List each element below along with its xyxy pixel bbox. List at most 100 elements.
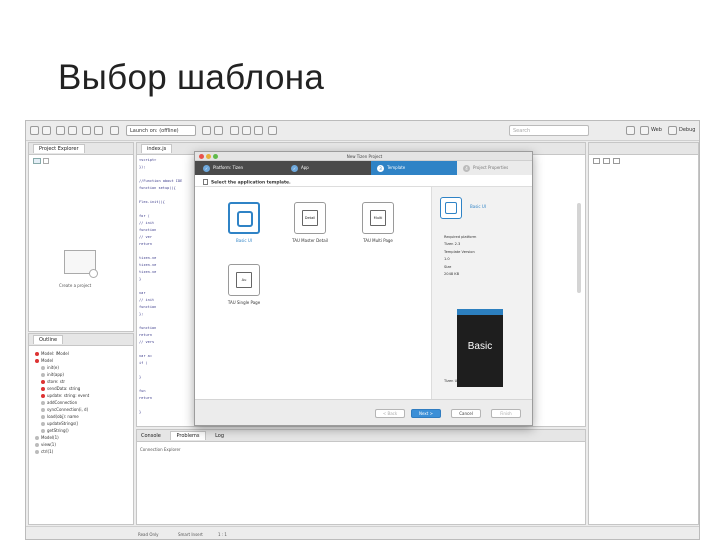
outline-item[interactable]: init(e) (31, 364, 131, 371)
run-icon[interactable] (82, 126, 91, 135)
console-text: Connection Explorer (140, 447, 181, 452)
outline-item[interactable]: ctrl(1) (31, 448, 131, 455)
collapse-all-icon[interactable] (33, 158, 41, 164)
log-tab[interactable]: Log (215, 433, 224, 439)
emulator-icon[interactable] (214, 126, 223, 135)
cancel-button[interactable]: Cancel (451, 409, 481, 418)
search-files-icon[interactable] (230, 126, 239, 135)
editor-scrollbar[interactable] (577, 203, 581, 293)
problems-tab[interactable]: Problems (170, 431, 206, 440)
code-line: } (139, 277, 142, 281)
add-project-icon[interactable] (89, 269, 98, 278)
console-panel: Console Problems Log Connection Explorer (136, 429, 586, 525)
class-icon (35, 436, 39, 440)
error-icon (41, 387, 45, 391)
method-icon (41, 415, 45, 419)
close-window-icon[interactable] (199, 154, 204, 159)
template-tau-single-page[interactable]: Au (228, 264, 260, 296)
build-icon[interactable] (56, 126, 65, 135)
template-grid: Basic UI Detail TAU Master Detail Multi … (195, 187, 431, 399)
dialog-footer: < Back Next > Cancel Finish (195, 399, 532, 425)
web-perspective-icon[interactable] (640, 126, 649, 135)
code-line: }; (139, 312, 144, 316)
new-project-dialog: New Tizen Project ✓ Platform: Tizen ✓ App … (194, 151, 533, 426)
debug-perspective-label[interactable]: Debug (679, 127, 695, 133)
detail-line: Template Version (444, 250, 475, 254)
panel-tool-icon[interactable] (593, 158, 600, 164)
step-template[interactable]: 3 Template (377, 161, 405, 175)
ide-screenshot: Launch on: (offline) Search Web Debug Pr… (25, 120, 700, 540)
outline-item[interactable]: Model(1) (31, 434, 131, 441)
save-icon[interactable] (42, 126, 51, 135)
outline-item[interactable]: Model: IModel (31, 350, 131, 357)
preview-header-bar (457, 309, 503, 315)
project-explorer-tab[interactable]: Project Explorer (29, 143, 133, 155)
template-preview-image: Basic (457, 309, 503, 387)
outline-item[interactable]: view(1) (31, 441, 131, 448)
outline-item[interactable]: update: string: event (31, 392, 131, 399)
maximize-window-icon[interactable] (213, 154, 218, 159)
template-tau-master-detail[interactable]: Detail (294, 202, 326, 234)
panel-tool-icon[interactable] (603, 158, 610, 164)
master-detail-icon: Detail (302, 210, 318, 226)
outline-item[interactable]: getString() (31, 427, 131, 434)
finish-button[interactable]: Finish (491, 409, 521, 418)
project-explorer-tab-label[interactable]: Project Explorer (33, 144, 85, 153)
launch-config-select[interactable]: Launch on: (offline) (126, 125, 196, 136)
link-editor-icon[interactable] (43, 158, 49, 164)
debug-perspective-icon[interactable] (668, 126, 677, 135)
web-perspective-label[interactable]: Web (651, 127, 662, 133)
back-nav-icon[interactable] (242, 126, 251, 135)
code-line: }); (139, 165, 146, 169)
console-tab[interactable]: Console (141, 433, 161, 439)
template-label: TAU Multi Page (363, 238, 393, 243)
panel-tool-icon[interactable] (613, 158, 620, 164)
outline-item[interactable]: updateStrings() (31, 420, 131, 427)
stop-icon[interactable] (94, 126, 103, 135)
outline-item[interactable]: addConnection (31, 399, 131, 406)
editor-tab[interactable]: index.js (141, 144, 173, 153)
minimize-window-icon[interactable] (206, 154, 211, 159)
template-basic-ui[interactable] (228, 202, 260, 234)
create-project-link[interactable]: Create a project (59, 283, 91, 288)
right-panel (588, 142, 699, 525)
history-icon[interactable] (268, 126, 277, 135)
code-line: //Function about IDE (139, 179, 183, 183)
single-page-icon: Au (236, 272, 252, 288)
device-icon[interactable] (110, 126, 119, 135)
wizard-steps: ✓ Platform: Tizen ✓ App 3 Template 4 Project… (195, 161, 532, 175)
new-file-icon[interactable] (30, 126, 39, 135)
step-platform[interactable]: ✓ Platform: Tizen (203, 161, 243, 175)
outline-tab-label[interactable]: Outline (33, 335, 64, 344)
code-line: var a= (139, 354, 152, 358)
template-tau-multi-page[interactable]: Multi (362, 202, 394, 234)
outline-item[interactable]: load(obj): name (31, 413, 131, 420)
code-line: tizen.ve (139, 256, 157, 260)
code-area[interactable]: <script> }); //Function about IDE functi… (139, 157, 195, 416)
outline-item[interactable]: init(app) (31, 371, 131, 378)
forward-nav-icon[interactable] (254, 126, 263, 135)
step-app[interactable]: ✓ App (291, 161, 309, 175)
quick-access-search[interactable]: Search (509, 125, 589, 136)
back-button[interactable]: < Back (375, 409, 405, 418)
settings-icon[interactable] (202, 126, 211, 135)
right-panel-tab-bar (589, 143, 698, 155)
outline-tab[interactable]: Outline (29, 334, 133, 346)
status-read-only: Read Only (138, 532, 159, 537)
error-icon (41, 394, 45, 398)
detail-line: 1.0 (444, 257, 450, 261)
console-tab-bar: Console Problems Log (137, 430, 585, 442)
next-button[interactable]: Next > (411, 409, 441, 418)
code-line: for ( (139, 214, 150, 218)
step-project-properties[interactable]: 4 Project Properties (463, 161, 508, 175)
outline-panel: Outline Model: IModel Model init(e) init… (28, 333, 134, 525)
method-icon (41, 429, 45, 433)
outline-item[interactable]: syncConnection(i, d) (31, 406, 131, 413)
outline-item[interactable]: store: str (31, 378, 131, 385)
outline-item[interactable]: Model (31, 357, 131, 364)
outline-item[interactable]: sendData: string (31, 385, 131, 392)
open-perspective-icon[interactable] (626, 126, 635, 135)
debug-icon[interactable] (68, 126, 77, 135)
